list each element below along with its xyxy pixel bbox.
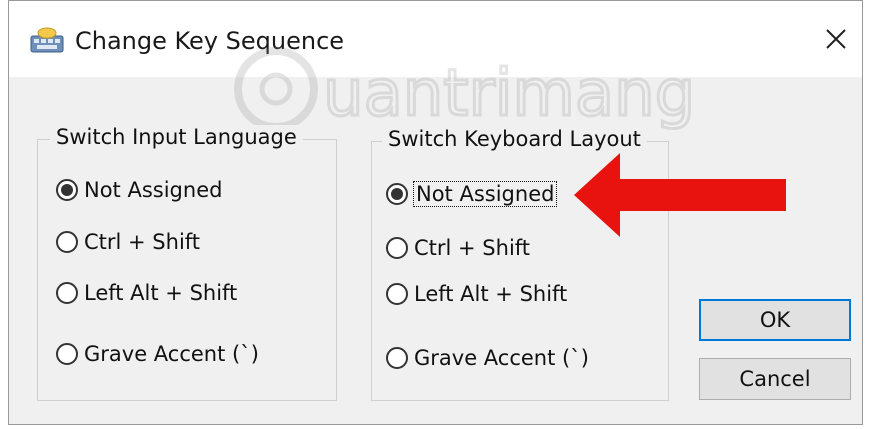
radio-grave-accent[interactable]: Grave Accent (`): [56, 342, 259, 366]
dialog-title: Change Key Sequence: [75, 27, 345, 55]
radio-label: Ctrl + Shift: [414, 236, 531, 260]
radio-label: Grave Accent (`): [84, 342, 259, 366]
radio-label: Grave Accent (`): [414, 346, 589, 370]
group-switch-input-language: Switch Input Language Not Assigned Ctrl …: [37, 125, 337, 401]
radio-label: Not Assigned: [84, 178, 223, 202]
group-title: Switch Input Language: [50, 125, 303, 149]
radio-button[interactable]: [386, 183, 408, 205]
radio-button[interactable]: [56, 179, 78, 201]
radio-grave-accent[interactable]: Grave Accent (`): [386, 346, 589, 370]
cancel-button[interactable]: Cancel: [699, 358, 851, 400]
ok-button[interactable]: OK: [699, 299, 851, 341]
annotation-arrow: [574, 153, 786, 237]
radio-left-alt-shift[interactable]: Left Alt + Shift: [56, 281, 237, 305]
title-bar: Change Key Sequence: [9, 1, 862, 77]
radio-selected-dot: [391, 188, 403, 200]
radio-ctrl-shift[interactable]: Ctrl + Shift: [56, 230, 200, 254]
radio-button[interactable]: [56, 282, 78, 304]
radio-button[interactable]: [386, 283, 408, 305]
radio-button[interactable]: [56, 231, 78, 253]
close-icon: [826, 29, 846, 49]
radio-button[interactable]: [386, 347, 408, 369]
radio-label: Not Assigned: [412, 181, 558, 207]
keyboard-icon: [30, 27, 64, 53]
radio-button[interactable]: [56, 343, 78, 365]
close-button[interactable]: [816, 19, 856, 59]
group-title: Switch Keyboard Layout: [382, 127, 647, 151]
radio-label: Left Alt + Shift: [414, 282, 568, 306]
radio-ctrl-shift[interactable]: Ctrl + Shift: [386, 236, 530, 260]
radio-label: Ctrl + Shift: [84, 230, 201, 254]
dialog-window: Change Key Sequence uantrimang Switch In…: [8, 0, 863, 425]
radio-left-alt-shift[interactable]: Left Alt + Shift: [386, 282, 567, 306]
radio-not-assigned[interactable]: Not Assigned: [56, 178, 222, 202]
radio-button[interactable]: [386, 237, 408, 259]
radio-not-assigned[interactable]: Not Assigned: [386, 181, 558, 207]
radio-selected-dot: [61, 184, 73, 196]
radio-label: Left Alt + Shift: [84, 281, 238, 305]
